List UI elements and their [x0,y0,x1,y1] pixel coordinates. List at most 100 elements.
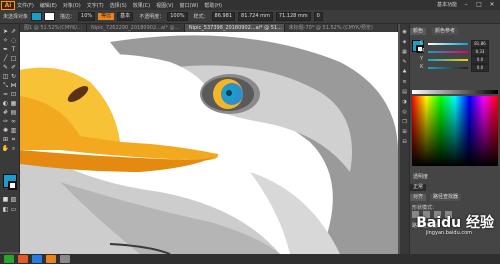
menu-file[interactable]: 文件(F) [17,2,34,9]
workspace-switcher[interactable]: 基本功能 [437,1,457,8]
hand-tool-icon[interactable]: ✋ [2,145,9,152]
tab-doc-2[interactable]: Nipic_7262290_20180902...ai* @... [86,24,185,32]
y-field[interactable]: 81.724 mm [238,12,273,21]
w-field[interactable]: 71.128 mm [275,12,311,21]
selection-status: 未选择对象 [3,14,29,20]
pencil-tool-icon[interactable]: ✐ [10,64,17,71]
stroke-weight-field[interactable]: 10% [78,12,96,21]
transparency-label: 透明度 [413,174,429,180]
illustrator-taskbar-icon[interactable] [46,255,56,263]
free-transform-icon[interactable]: ⊡ [10,91,17,98]
swatches-icon[interactable]: ▦ [401,48,408,55]
magic-wand-icon[interactable]: ✧ [2,37,9,44]
menu-window[interactable]: 窗口(W) [179,2,198,9]
type-tool-icon[interactable]: T [10,46,17,53]
artboard-tool-icon[interactable]: ⊞ [2,136,9,143]
gradient-mode-icon[interactable]: ▧ [10,196,17,203]
k-value[interactable]: 0.0 [471,64,489,72]
menu-edit[interactable]: 编辑(E) [40,2,57,9]
line-tool-icon[interactable]: ╱ [2,55,9,62]
h-field[interactable]: 0 [313,12,323,21]
graph-tool-icon[interactable]: ▥ [10,127,17,134]
slider-m[interactable]: M 8.33 [420,48,489,56]
tab-doc-1[interactable]: 图1 @ 51.52%(CMYK/... [20,24,87,32]
close-button[interactable]: ✕ [488,1,496,8]
grayscale-ramp[interactable] [412,90,498,94]
m-value[interactable]: 8.33 [471,48,489,56]
panel-dock-icons: ◉ ◈ ▦ ✎ ♣ ≡ ▤ ◑ ◎ ❐ ⊞ ⊟ [400,24,410,254]
slider-y[interactable]: Y 0.0 [420,56,489,64]
menu-type[interactable]: 文字(T) [87,2,104,9]
color-mode-icon[interactable]: ■ [2,196,9,203]
shape-modes-label: 形状模式： [412,205,438,211]
color-guide-icon[interactable]: ◈ [401,38,408,45]
rectangle-tool-icon[interactable]: □ [10,55,17,62]
brush-tool-icon[interactable]: ✎ [2,64,9,71]
menu-select[interactable]: 选择(S) [110,2,127,9]
warp-tool-icon[interactable]: ≈ [2,91,9,98]
document-tabs: 图1 @ 51.52%(CMYK/... Nipic_7262290_20180… [20,24,398,32]
eyedropper-icon[interactable]: ✑ [2,118,9,125]
align-icon[interactable]: ⊟ [401,138,408,145]
screen-mode-icon[interactable]: ▭ [10,206,17,213]
maximize-button[interactable]: □ [475,1,483,8]
transparency-icon[interactable]: ◑ [401,98,408,105]
brushes-icon[interactable]: ✎ [401,58,408,65]
menu-view[interactable]: 视图(V) [156,2,173,9]
taskbar-app-icon[interactable] [18,255,28,263]
artboards-icon[interactable]: ⊞ [401,128,408,135]
slider-k[interactable]: K 0.0 [420,64,489,72]
slider-c[interactable]: C 81.86 [420,40,489,48]
stroke-swatch[interactable] [44,12,56,21]
slice-tool-icon[interactable]: ⌗ [10,136,17,143]
c-value[interactable]: 81.86 [471,40,489,48]
opacity-field[interactable]: 100% [167,12,188,21]
taskbar-app-icon[interactable] [60,255,70,263]
start-icon[interactable] [4,255,14,263]
style-label: 样式： [193,14,209,20]
layers-icon[interactable]: ❐ [401,118,408,125]
stroke-icon[interactable]: ≡ [401,78,408,85]
tab-color[interactable]: 颜色 [410,28,427,35]
brush-dropdown[interactable]: 基本 [117,12,134,21]
y-value[interactable]: 0.0 [471,56,489,64]
x-field[interactable]: 86.981 [211,12,236,21]
gradient-tool-icon[interactable]: ▤ [10,109,17,116]
app-logo: Ai [1,0,15,10]
direct-selection-tool-icon[interactable]: ⇗ [10,28,17,35]
zoom-tool-icon[interactable]: ⌕ [10,145,17,152]
lasso-icon[interactable]: ◌ [10,37,17,44]
selection-tool-icon[interactable]: ➤ [2,28,9,35]
taskbar-app-icon[interactable] [32,255,42,263]
menu-object[interactable]: 对象(O) [63,2,81,9]
appearance-icon[interactable]: ◎ [401,108,408,115]
tab-color-guide[interactable]: 颜色参考 [432,28,459,35]
profile-dropdown[interactable]: 等比 [98,13,115,20]
stroke-color-swatch[interactable] [8,181,17,190]
tab-doc-3[interactable]: Nipic_537398_20180902...ai* @ 51... [184,24,285,32]
symbol-sprayer-icon[interactable]: ✺ [2,127,9,134]
scale-tool-icon[interactable]: ⤡ [2,82,9,89]
rotate-tool-icon[interactable]: ↻ [10,73,17,80]
fill-swatch[interactable] [31,12,43,21]
minimize-button[interactable]: – [462,1,470,8]
color-spectrum[interactable] [412,96,498,166]
tab-doc-4[interactable]: 未标题-70* @ 51.52% (CMYK/预览) [284,24,398,32]
blend-mode-dropdown[interactable]: 正常 [410,184,427,191]
perspective-grid-icon[interactable]: ▦ [10,100,17,107]
draw-mode-icon[interactable]: ◧ [2,206,9,213]
width-tool-icon[interactable]: ⋈ [10,82,17,89]
tab-pathfinder[interactable]: 路径查找器 [430,194,462,201]
menu-help[interactable]: 帮助(H) [204,2,222,9]
symbols-icon[interactable]: ♣ [401,68,408,75]
artboard-canvas[interactable] [20,32,398,254]
color-panel-icon[interactable]: ◉ [401,28,408,35]
gradient-icon[interactable]: ▤ [401,88,408,95]
mesh-tool-icon[interactable]: # [2,109,9,116]
shape-builder-icon[interactable]: ◐ [2,100,9,107]
menu-effect[interactable]: 效果(C) [133,2,150,9]
eraser-tool-icon[interactable]: ◫ [2,73,9,80]
tab-align[interactable]: 对齐 [410,194,427,201]
blend-tool-icon[interactable]: ∞ [10,118,17,125]
pen-tool-icon[interactable]: ✒ [2,46,9,53]
